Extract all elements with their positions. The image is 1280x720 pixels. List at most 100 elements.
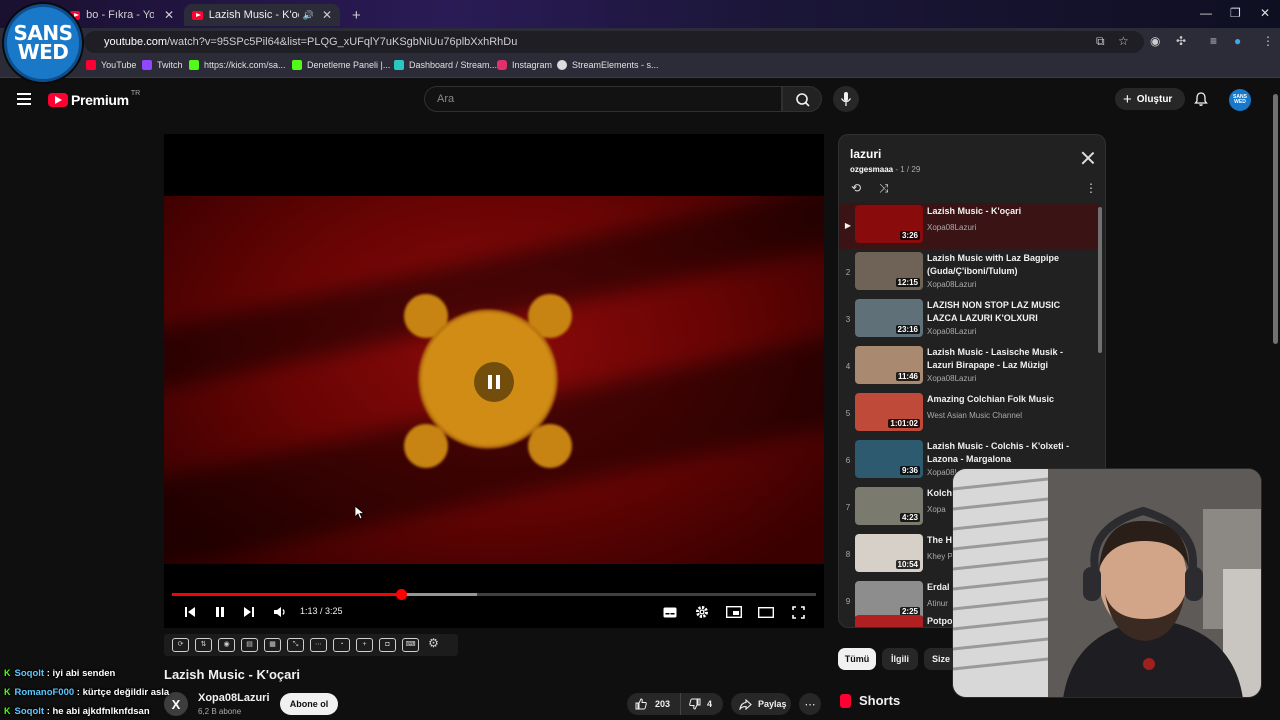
chip-all[interactable]: Tümü	[838, 648, 876, 670]
loop-playlist-icon[interactable]: ⟲	[851, 181, 861, 195]
playlist-item-thumbnail[interactable]: 1:01:02	[855, 393, 923, 431]
dashed-frame-icon[interactable]: ⋯	[310, 638, 327, 652]
resize-icon[interactable]: ⤡	[287, 638, 304, 652]
bookmark-instagram[interactable]: Instagram	[497, 60, 552, 70]
bookmark-denetleme[interactable]: Denetleme Paneli |...	[292, 60, 390, 70]
share-button[interactable]: Paylaş	[731, 693, 791, 715]
minimize-icon[interactable]: —	[1200, 6, 1212, 20]
playlist-item-thumbnail[interactable]: 11:46	[855, 346, 923, 384]
playlist-item-title[interactable]: Amazing Colchian Folk Music	[927, 393, 1087, 406]
playlist-title[interactable]: lazuri	[850, 147, 881, 161]
streamelements-icon	[557, 60, 567, 70]
speed-gauge-icon[interactable]: ◔	[333, 638, 350, 652]
playlist-item-thumbnail[interactable]: 4:23	[855, 487, 923, 525]
progress-scrubber-handle[interactable]	[396, 589, 408, 600]
close-tab-icon[interactable]: ✕	[322, 8, 332, 22]
hamburger-menu-icon[interactable]	[17, 93, 31, 105]
channel-name[interactable]: Xopa08Lazuri	[198, 692, 270, 704]
next-button[interactable]	[240, 604, 258, 620]
shuffle-icon[interactable]: ⤨	[879, 181, 889, 196]
bookmark-star-icon[interactable]: ☆	[1118, 34, 1129, 48]
dislike-button[interactable]: 4	[681, 693, 723, 715]
bookmark-streamelements[interactable]: StreamElements - s...	[557, 60, 659, 70]
playlist-item[interactable]: 3 23:16 LAZISH NON STOP LAZ MUSIC LAZCA LA…	[839, 297, 1099, 343]
previous-button[interactable]	[181, 604, 199, 620]
address-bar[interactable]: youtube.com/watch?v=95SPc5Pil64&list=PLQ…	[84, 31, 1144, 53]
media-control-icon[interactable]: ≡	[1210, 34, 1217, 48]
add-box-icon[interactable]: +	[356, 638, 373, 652]
subtitles-button[interactable]	[660, 604, 680, 620]
bookmark-youtube[interactable]: YouTube	[86, 60, 136, 70]
sort-icon[interactable]: ⇅	[195, 638, 212, 652]
audio-playing-icon[interactable]: 🔊	[303, 10, 314, 21]
chip-related[interactable]: İlgili	[882, 648, 918, 670]
theater-mode-button[interactable]	[756, 604, 776, 620]
playlist-item-thumbnail[interactable]: 3:26	[855, 205, 923, 243]
playlist-item[interactable]: 4 11:46 Lazish Music - Lasische Musik - La…	[839, 344, 1099, 390]
playlist-item[interactable]: 2 12:15 Lazish Music with Laz Bagpipe (Gud…	[839, 250, 1099, 296]
settings-button[interactable]	[692, 604, 712, 620]
video-duration-badge: 1:01:02	[888, 419, 920, 428]
clapper-icon[interactable]: ▦	[264, 638, 281, 652]
audio-wave-icon[interactable]: ◉	[218, 638, 235, 652]
fullscreen-button[interactable]	[788, 604, 808, 620]
restore-icon[interactable]: ❐	[1230, 6, 1241, 20]
new-tab-button[interactable]: +	[344, 4, 364, 26]
camera-icon[interactable]: ◘	[379, 638, 396, 652]
playlist-item[interactable]: ▶ 3:26 Lazish Music - K'oçari Xopa08Lazuri	[839, 203, 1099, 249]
playlist-scrollbar-thumb[interactable]	[1098, 207, 1102, 353]
more-actions-button[interactable]: ⋯	[799, 693, 821, 715]
account-avatar[interactable]: SANS WED	[1229, 89, 1251, 111]
playlist-item-title[interactable]: LAZISH NON STOP LAZ MUSIC LAZCA LAZURI K…	[927, 299, 1087, 325]
like-button[interactable]: 203	[627, 693, 681, 715]
page-scrollbar[interactable]	[1271, 80, 1280, 720]
keyboard-icon[interactable]: ⌨	[402, 638, 419, 652]
puzzle-extensions-icon[interactable]: ✣	[1176, 34, 1186, 48]
browser-tab-2[interactable]: Lazish Music - K'oçari - You 🔊 ✕	[184, 4, 340, 26]
voice-search-button[interactable]	[833, 86, 859, 112]
bookmark-dashboard[interactable]: Dashboard / Stream...	[394, 60, 497, 70]
screen: bo - Fıkra - YouTube ✕ Lazish Music - K'…	[0, 0, 1280, 720]
loop-icon[interactable]: ⟳	[172, 638, 189, 652]
notifications-bell-icon[interactable]	[1193, 91, 1209, 107]
youtube-premium-logo[interactable]: Premium TR	[48, 90, 140, 108]
pause-indicator[interactable]	[474, 362, 514, 402]
page-scrollbar-thumb[interactable]	[1273, 94, 1278, 344]
playlist-item-thumbnail[interactable]: 10:54	[855, 534, 923, 572]
play-pause-button[interactable]	[211, 604, 229, 620]
playlist-item-title[interactable]: Lazish Music - Lasische Musik - Lazuri B…	[927, 346, 1087, 372]
subscriber-count: 6,2 B abone	[198, 707, 242, 716]
playlist-item-title[interactable]: Lazish Music - Colchis - K'olxeti - Lazo…	[927, 440, 1087, 466]
search-button[interactable]	[782, 86, 822, 112]
video-player[interactable]: 1:13 / 3:25	[164, 134, 824, 628]
playlist-menu-icon[interactable]: ⋮	[1085, 181, 1097, 195]
close-playlist-icon[interactable]	[1081, 151, 1095, 165]
install-app-icon[interactable]: ⧉	[1096, 34, 1105, 49]
close-tab-icon[interactable]: ✕	[164, 8, 174, 22]
pause-icon	[216, 607, 224, 617]
search-input[interactable]: Ara	[424, 86, 782, 112]
close-window-icon[interactable]: ✕	[1260, 6, 1270, 20]
playlist-item-title[interactable]: Lazish Music with Laz Bagpipe (Guda/Ç'ib…	[927, 252, 1087, 278]
extension-icon[interactable]: ◉	[1150, 34, 1160, 48]
bookmark-kick[interactable]: https://kick.com/sa...	[189, 60, 286, 70]
progress-bar[interactable]	[172, 589, 816, 600]
profile-icon[interactable]: ●	[1234, 34, 1241, 48]
browser-tab-bar: bo - Fıkra - YouTube ✕ Lazish Music - K'…	[0, 0, 1280, 28]
playlist-item-thumbnail[interactable]: 9:36	[855, 440, 923, 478]
playlist-item-title[interactable]: Lazish Music - K'oçari	[927, 205, 1087, 218]
subscribe-button[interactable]: Abone ol	[280, 693, 338, 715]
miniplayer-button[interactable]	[724, 604, 744, 620]
browser-tab-1[interactable]: bo - Fıkra - YouTube ✕	[62, 4, 182, 26]
streamer-overlay-logo: SANS WED	[4, 4, 82, 82]
screenshot-list-icon[interactable]: ▤	[241, 638, 258, 652]
playlist-item-thumbnail[interactable]: 12:15	[855, 252, 923, 290]
volume-button[interactable]	[270, 604, 290, 620]
browser-menu-icon[interactable]: ⋮	[1262, 34, 1274, 48]
extension-settings-icon[interactable]: ⚙	[425, 637, 442, 652]
playlist-item[interactable]: 5 1:01:02 Amazing Colchian Folk Music West …	[839, 391, 1099, 437]
playlist-item-thumbnail[interactable]: 23:16	[855, 299, 923, 337]
create-button[interactable]: + Oluştur	[1115, 88, 1185, 110]
bookmark-twitch[interactable]: Twitch	[142, 60, 183, 70]
playlist-item-thumbnail[interactable]	[855, 615, 923, 627]
